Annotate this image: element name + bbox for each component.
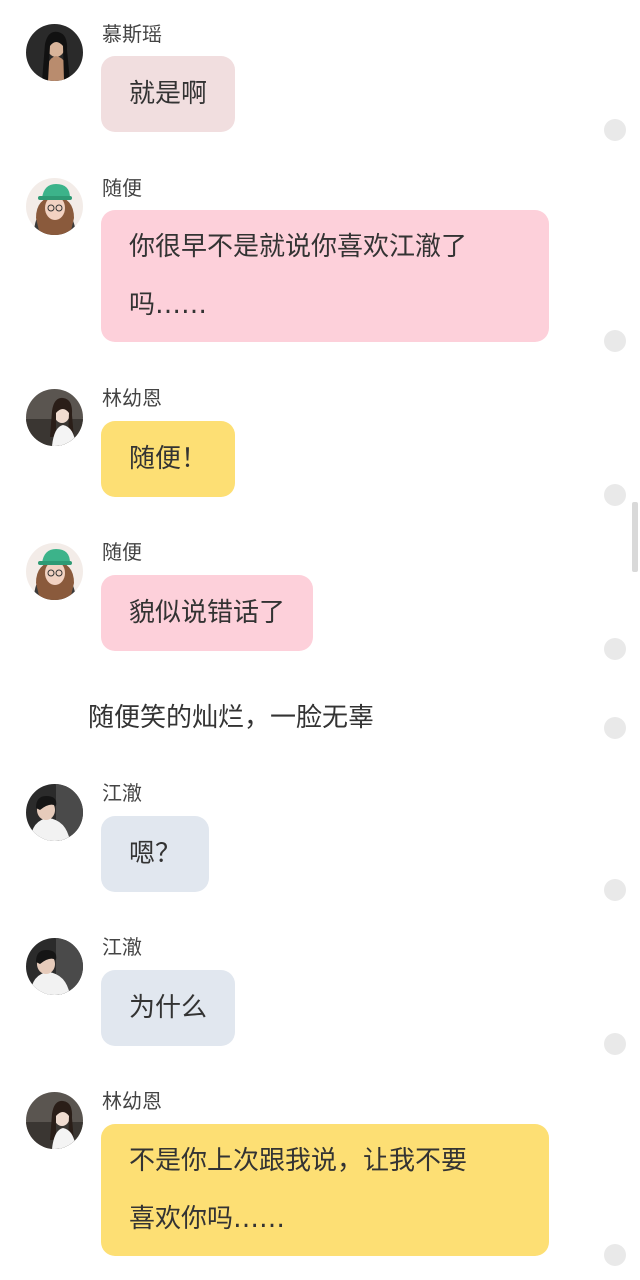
message-bubble[interactable]: 貌似说错话了: [101, 575, 314, 651]
sender-name: 随便: [102, 540, 142, 564]
girl-green-cap-avatar[interactable]: [26, 543, 83, 600]
sender-name: 江澈: [102, 781, 142, 805]
message-bubble[interactable]: 你很早不是就说你喜欢江澈了 吗……: [101, 210, 549, 342]
message-status-dot[interactable]: [604, 1244, 626, 1266]
message-status-dot[interactable]: [604, 717, 626, 739]
narration-text: 随便笑的灿烂，一脸无辜: [88, 703, 375, 733]
message-bubble[interactable]: 就是啊: [101, 56, 236, 132]
message-status-dot[interactable]: [604, 119, 626, 141]
message-status-dot[interactable]: [604, 879, 626, 901]
message-status-dot[interactable]: [604, 330, 626, 352]
message-bubble[interactable]: 嗯？: [101, 816, 210, 892]
girl-green-cap-avatar[interactable]: [26, 178, 83, 235]
woman-dark-hair-avatar[interactable]: [26, 24, 83, 81]
girl-long-hair-avatar[interactable]: [26, 1092, 83, 1149]
message-bubble[interactable]: 随便！: [101, 421, 236, 497]
sender-name: 随便: [102, 176, 142, 200]
boy-white-shirt-avatar[interactable]: [26, 938, 83, 995]
message-bubble[interactable]: 为什么: [101, 970, 236, 1046]
message-status-dot[interactable]: [604, 1033, 626, 1055]
message-bubble[interactable]: 不是你上次跟我说，让我不要 喜欢你吗……: [101, 1124, 549, 1256]
sender-name: 慕斯瑶: [102, 22, 162, 46]
sender-name: 林幼恩: [102, 1089, 162, 1113]
girl-long-hair-avatar[interactable]: [26, 389, 83, 446]
message-status-dot[interactable]: [604, 484, 626, 506]
message-status-dot[interactable]: [604, 638, 626, 660]
sender-name: 林幼恩: [102, 386, 162, 410]
boy-white-shirt-avatar[interactable]: [26, 784, 83, 841]
sender-name: 江澈: [102, 935, 142, 959]
scrollbar[interactable]: [632, 502, 638, 572]
